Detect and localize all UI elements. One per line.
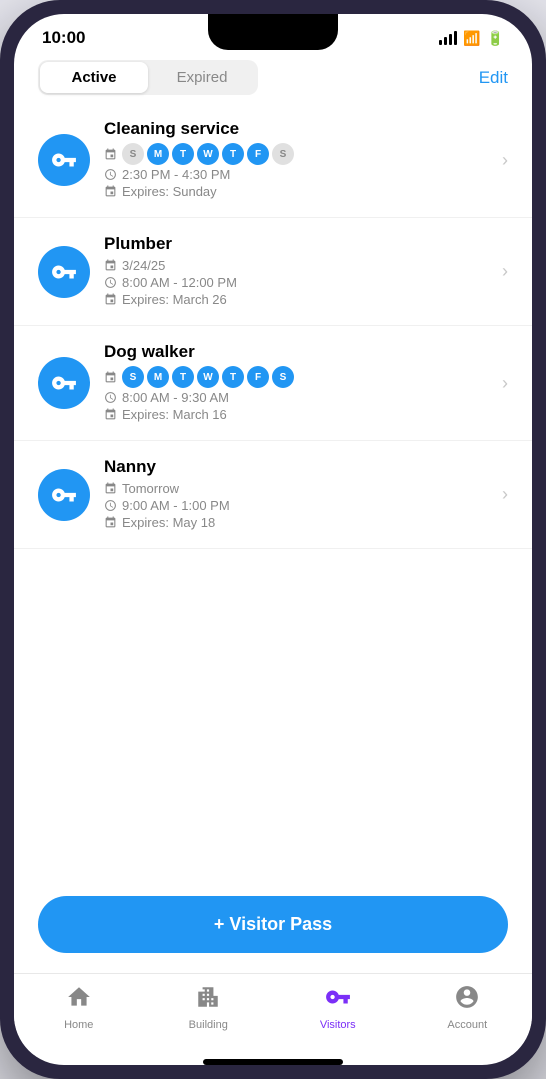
status-icons: 📶 🔋 <box>439 30 504 47</box>
pass-name-plumber: Plumber <box>104 234 494 254</box>
segment-control: Active Expired <box>38 60 258 95</box>
tab-account[interactable]: Account <box>403 984 533 1031</box>
pass-name-nanny: Nanny <box>104 457 494 477</box>
pass-time-plumber: 8:00 AM - 12:00 PM <box>104 275 494 290</box>
key-icon <box>325 984 351 1015</box>
status-bar: 10:00 📶 🔋 <box>14 14 532 48</box>
tab-visitors-label: Visitors <box>320 1019 356 1031</box>
pass-time-dogwalker: 8:00 AM - 9:30 AM <box>104 390 494 405</box>
pass-item-dogwalker[interactable]: Dog walker S M T W T F S <box>14 326 532 441</box>
building-icon <box>195 984 221 1015</box>
chevron-icon-cleaning: › <box>502 150 508 171</box>
dw-day-sat: S <box>272 366 294 388</box>
dw-day-fri: F <box>247 366 269 388</box>
day-wed: W <box>197 143 219 165</box>
dw-day-tue: T <box>172 366 194 388</box>
day-pills-dogwalker: S M T W T F S <box>122 366 294 388</box>
dw-day-mon: M <box>147 366 169 388</box>
pass-info-dogwalker: Dog walker S M T W T F S <box>104 342 494 424</box>
signal-icon <box>439 31 457 45</box>
account-icon <box>454 984 480 1015</box>
pass-days-cleaning: S M T W T F S <box>104 143 494 165</box>
pass-item-plumber[interactable]: Plumber 3/24/25 8:00 AM - 12:00 PM Expir… <box>14 218 532 326</box>
pass-info-nanny: Nanny Tomorrow 9:00 AM - 1:00 PM Expires… <box>104 457 494 532</box>
day-sun: S <box>122 143 144 165</box>
phone-screen: 10:00 📶 🔋 Active Expired Edit <box>14 14 532 1065</box>
tab-account-label: Account <box>447 1019 487 1031</box>
pass-item-cleaning[interactable]: Cleaning service S M T W T F S <box>14 103 532 218</box>
tab-home[interactable]: Home <box>14 984 144 1031</box>
dw-day-sun: S <box>122 366 144 388</box>
chevron-icon-dogwalker: › <box>502 373 508 394</box>
pass-icon-plumber <box>38 246 90 298</box>
edit-button[interactable]: Edit <box>479 68 508 88</box>
tab-building-label: Building <box>189 1019 228 1031</box>
day-tue: T <box>172 143 194 165</box>
dw-day-wed: W <box>197 366 219 388</box>
tab-visitors[interactable]: Visitors <box>273 984 403 1031</box>
pass-icon-cleaning <box>38 134 90 186</box>
battery-icon: 🔋 <box>487 30 504 47</box>
pass-date-nanny: Tomorrow <box>104 481 494 496</box>
day-pills-cleaning: S M T W T F S <box>122 143 294 165</box>
dw-day-thu: T <box>222 366 244 388</box>
status-time: 10:00 <box>42 28 85 48</box>
tab-building[interactable]: Building <box>144 984 274 1031</box>
pass-name-cleaning: Cleaning service <box>104 119 494 139</box>
pass-name-dogwalker: Dog walker <box>104 342 494 362</box>
visitor-pass-button[interactable]: + Visitor Pass <box>38 896 508 953</box>
day-fri: F <box>247 143 269 165</box>
wifi-icon: 📶 <box>463 30 480 47</box>
pass-time-nanny: 9:00 AM - 1:00 PM <box>104 498 494 513</box>
segment-bar: Active Expired Edit <box>14 48 532 103</box>
pass-icon-dogwalker <box>38 357 90 409</box>
pass-days-dogwalker: S M T W T F S <box>104 366 494 388</box>
day-sat: S <box>272 143 294 165</box>
pass-info-plumber: Plumber 3/24/25 8:00 AM - 12:00 PM Expir… <box>104 234 494 309</box>
pass-expires-nanny: Expires: May 18 <box>104 515 494 530</box>
passes-list: Cleaning service S M T W T F S <box>14 103 532 880</box>
pass-expires-plumber: Expires: March 26 <box>104 292 494 307</box>
notch <box>208 14 338 50</box>
chevron-icon-nanny: › <box>502 484 508 505</box>
pass-icon-nanny <box>38 469 90 521</box>
pass-expires-cleaning: Expires: Sunday <box>104 184 494 199</box>
phone-shell: 10:00 📶 🔋 Active Expired Edit <box>0 0 546 1079</box>
chevron-icon-plumber: › <box>502 261 508 282</box>
home-indicator <box>203 1059 343 1065</box>
pass-expires-dogwalker: Expires: March 16 <box>104 407 494 422</box>
home-icon <box>66 984 92 1015</box>
tab-expired[interactable]: Expired <box>148 62 256 93</box>
tab-bar: Home Building Visitors Account <box>14 973 532 1055</box>
tab-active[interactable]: Active <box>40 62 148 93</box>
day-mon: M <box>147 143 169 165</box>
pass-item-nanny[interactable]: Nanny Tomorrow 9:00 AM - 1:00 PM Expires… <box>14 441 532 549</box>
tab-home-label: Home <box>64 1019 93 1031</box>
pass-date-plumber: 3/24/25 <box>104 258 494 273</box>
day-thu: T <box>222 143 244 165</box>
pass-time-cleaning: 2:30 PM - 4:30 PM <box>104 167 494 182</box>
pass-info-cleaning: Cleaning service S M T W T F S <box>104 119 494 201</box>
